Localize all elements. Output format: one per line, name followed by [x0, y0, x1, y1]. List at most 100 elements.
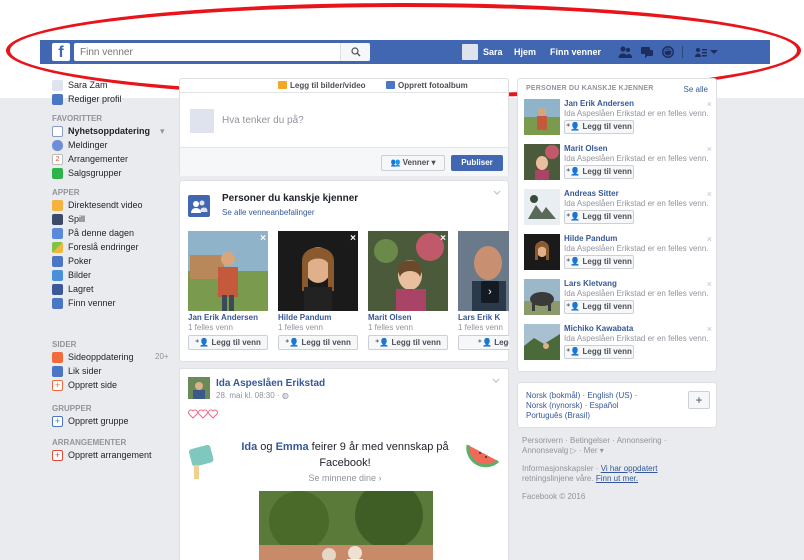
add-friend-button[interactable]: ⁺👤 Legg til venn	[564, 210, 634, 224]
policy-update-link[interactable]: Vi har oppdatert	[601, 464, 658, 473]
composer-footer: 👥 Venner ▾ Publiser	[180, 147, 508, 176]
person-name[interactable]: Lars Kletvang	[564, 279, 617, 288]
memory-text: feirer 9 år med vennskap på Facebook!	[308, 441, 449, 469]
pages-feed-icon	[52, 352, 63, 363]
memory-photo[interactable]	[259, 491, 433, 560]
pymk-see-all-link[interactable]: Se alle venneanbefalinger	[222, 208, 315, 217]
person-photo[interactable]	[368, 231, 448, 311]
nav-profile-link[interactable]: Sara	[483, 40, 503, 64]
memory-name-1[interactable]: Ida	[241, 441, 257, 453]
language-row[interactable]: Português (Brasil)	[526, 411, 676, 421]
close-icon[interactable]: ×	[707, 144, 712, 154]
footer-links-row[interactable]: Personvern · Betingelser · Annonsering ·	[522, 436, 712, 446]
watermelon-icon	[466, 444, 500, 468]
sidebar-item-label: Spill	[68, 214, 86, 224]
close-icon[interactable]: ×	[260, 233, 266, 244]
account-menu-arrow-icon[interactable]	[710, 45, 718, 59]
add-friend-button[interactable]: ⁺👤 Legg til venn	[278, 335, 358, 350]
close-icon[interactable]: ×	[440, 233, 446, 244]
facebook-logo[interactable]: f	[52, 43, 70, 61]
add-friend-button[interactable]: ⁺👤 Legg til venn	[564, 120, 634, 134]
sidebar-heading-pages: SIDER	[52, 340, 77, 349]
policy-label: retningslinjene våre.	[522, 474, 594, 483]
person-name[interactable]: Michiko Kawabata	[564, 324, 633, 333]
person-name[interactable]: Jan Erik Andersen	[564, 99, 634, 108]
privacy-shortcuts-icon[interactable]	[694, 45, 708, 59]
friend-requests-icon[interactable]	[618, 45, 632, 59]
person-photo[interactable]	[278, 231, 358, 311]
add-friend-button[interactable]: ⁺👤 Legg til venn	[564, 165, 634, 179]
person-photo[interactable]	[524, 99, 560, 135]
chevron-right-icon[interactable]: ›	[481, 281, 499, 303]
mutual-friends: Ida Aspeslåen Erikstad er en felles venn…	[564, 109, 709, 118]
post-author-name[interactable]: Ida Aspeslåen Erikstad	[216, 378, 325, 389]
footer: Personvern · Betingelser · Annonsering ·…	[522, 436, 712, 502]
person-photo[interactable]	[188, 231, 268, 311]
add-friend-button[interactable]: ⁺👤 Legg til venn	[188, 335, 268, 350]
person-name[interactable]: Andreas Sitter	[564, 189, 619, 198]
sidebar-item-label: Meldinger	[68, 140, 108, 150]
nav-home-link[interactable]: Hjem	[514, 40, 536, 64]
person-photo[interactable]	[524, 144, 560, 180]
user-avatar[interactable]	[462, 44, 478, 60]
person-name[interactable]: Hilde Pandum	[564, 234, 617, 243]
cookies-label[interactable]: Informasjonskapsler ·	[522, 464, 598, 473]
profile-avatar-icon	[52, 80, 63, 91]
chevron-down-icon[interactable]	[492, 377, 500, 385]
person-photo[interactable]	[524, 189, 560, 225]
chevron-down-icon[interactable]	[493, 189, 501, 197]
post-timestamp[interactable]: 28. mai kl. 08:30 · ◍	[216, 391, 289, 400]
language-row[interactable]: Norsk (bokmål) · English (US) ·	[526, 391, 676, 401]
tab-create-album[interactable]: Opprett fotoalbum	[386, 81, 468, 90]
dropdown-caret-icon[interactable]: ▾	[160, 124, 165, 138]
person-name[interactable]: Hilde Pandum	[278, 313, 331, 322]
close-icon[interactable]: ×	[707, 189, 712, 199]
pymk-person-card: × Hilde Pandum 1 felles venn ⁺👤 Legg til…	[278, 231, 362, 353]
close-icon[interactable]: ×	[707, 99, 712, 109]
more-languages-button[interactable]: +	[688, 391, 710, 409]
publish-button[interactable]: Publiser	[451, 155, 503, 171]
notifications-globe-icon[interactable]	[661, 45, 675, 59]
right-pymk-see-all-link[interactable]: Se alle	[684, 85, 708, 94]
add-friend-button[interactable]: ⁺👤 Legg til venn	[564, 345, 634, 359]
person-photo[interactable]	[524, 324, 560, 360]
hearts-icon	[188, 409, 218, 419]
post-author-avatar[interactable]	[188, 377, 210, 399]
close-icon[interactable]: ×	[350, 233, 356, 244]
sidebar-item-label: Foreslå endringer	[68, 242, 139, 252]
add-friend-label: Legg til venn	[582, 122, 632, 131]
tab-add-photo-video[interactable]: Legg til bilder/video	[278, 81, 366, 90]
close-icon[interactable]: ×	[707, 324, 712, 334]
sidebar-item-label: Lagret	[68, 284, 94, 294]
person-name[interactable]: Jan Erik Andersen	[188, 313, 258, 322]
learn-more-link[interactable]: Finn ut mer.	[596, 474, 638, 483]
search-input[interactable]	[74, 43, 342, 61]
add-friend-button[interactable]: ⁺👤 Legg til venn	[564, 300, 634, 314]
person-name[interactable]: Lars Erik K	[458, 313, 500, 322]
live-video-icon	[52, 200, 63, 211]
see-memories-link[interactable]: Se minnene dine ›	[228, 473, 462, 483]
sidebar-item-label: Lik sider	[68, 366, 102, 376]
close-icon[interactable]: ×	[707, 234, 712, 244]
status-input[interactable]: Hva tenker du på?	[222, 115, 304, 126]
add-friend-label: Legg til venn	[582, 347, 632, 356]
person-name[interactable]: Marit Olsen	[368, 313, 412, 322]
person-photo[interactable]	[524, 234, 560, 270]
language-row[interactable]: Norsk (nynorsk) · Español	[526, 401, 676, 411]
memory-name-2[interactable]: Emma	[276, 441, 309, 453]
mutual-friends: Ida Aspeslåen Erikstad er en felles venn…	[564, 154, 709, 163]
add-friend-button[interactable]: ⁺👤 Legg t	[458, 335, 509, 350]
photos-icon	[52, 270, 63, 281]
audience-selector-button[interactable]: 👥 Venner ▾	[381, 155, 445, 171]
person-name[interactable]: Marit Olsen	[564, 144, 608, 153]
sidebar-item-label: Opprett gruppe	[68, 416, 129, 426]
nav-find-friends-link[interactable]: Finn venner	[550, 40, 601, 64]
search-button[interactable]	[340, 43, 370, 61]
person-photo[interactable]	[524, 279, 560, 315]
close-icon[interactable]: ×	[707, 279, 712, 289]
add-friend-button[interactable]: ⁺👤 Legg til venn	[564, 255, 634, 269]
add-friend-button[interactable]: ⁺👤 Legg til venn	[368, 335, 448, 350]
messages-icon[interactable]	[640, 45, 654, 59]
pymk-strip: Personer du kanskje kjenner Se alle venn…	[180, 181, 509, 362]
footer-links-row[interactable]: Annonsevalg ▷ · Mer ▾	[522, 446, 712, 456]
